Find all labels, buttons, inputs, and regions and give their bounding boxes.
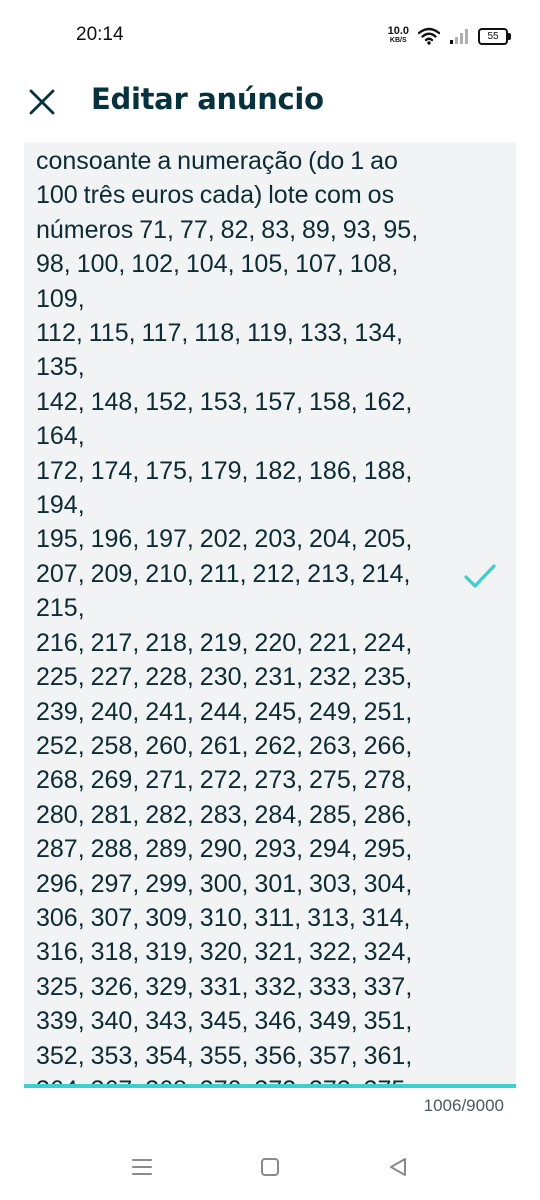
close-icon xyxy=(29,89,55,115)
home-icon[interactable] xyxy=(257,1154,283,1180)
character-counter: 1006/9000 xyxy=(423,1096,504,1115)
status-time: 20:14 xyxy=(76,24,124,45)
menu-icon[interactable] xyxy=(129,1154,155,1180)
network-speed: 10.0 KB/S xyxy=(387,25,409,45)
battery-icon: 55 xyxy=(478,27,511,45)
close-button[interactable] xyxy=(22,82,62,122)
network-speed-unit: KB/S xyxy=(389,37,407,44)
status-bar: 20:14 10.0 KB/S 55 xyxy=(0,0,540,72)
battery-level: 55 xyxy=(487,30,499,42)
navigation-bar xyxy=(0,1140,540,1200)
app-header: Editar anúncio xyxy=(0,72,540,136)
network-speed-value: 10.0 xyxy=(387,25,409,37)
wifi-icon xyxy=(418,27,440,45)
description-text[interactable]: consoante a numeração (do 1 ao 100 três … xyxy=(36,144,446,1084)
back-icon[interactable] xyxy=(385,1154,411,1180)
status-icons: 10.0 KB/S 55 xyxy=(387,24,511,48)
signal-icon xyxy=(450,29,468,44)
page-title: Editar anúncio xyxy=(91,82,324,116)
description-textarea[interactable]: consoante a numeração (do 1 ao 100 três … xyxy=(24,142,516,1088)
check-icon xyxy=(464,564,496,588)
